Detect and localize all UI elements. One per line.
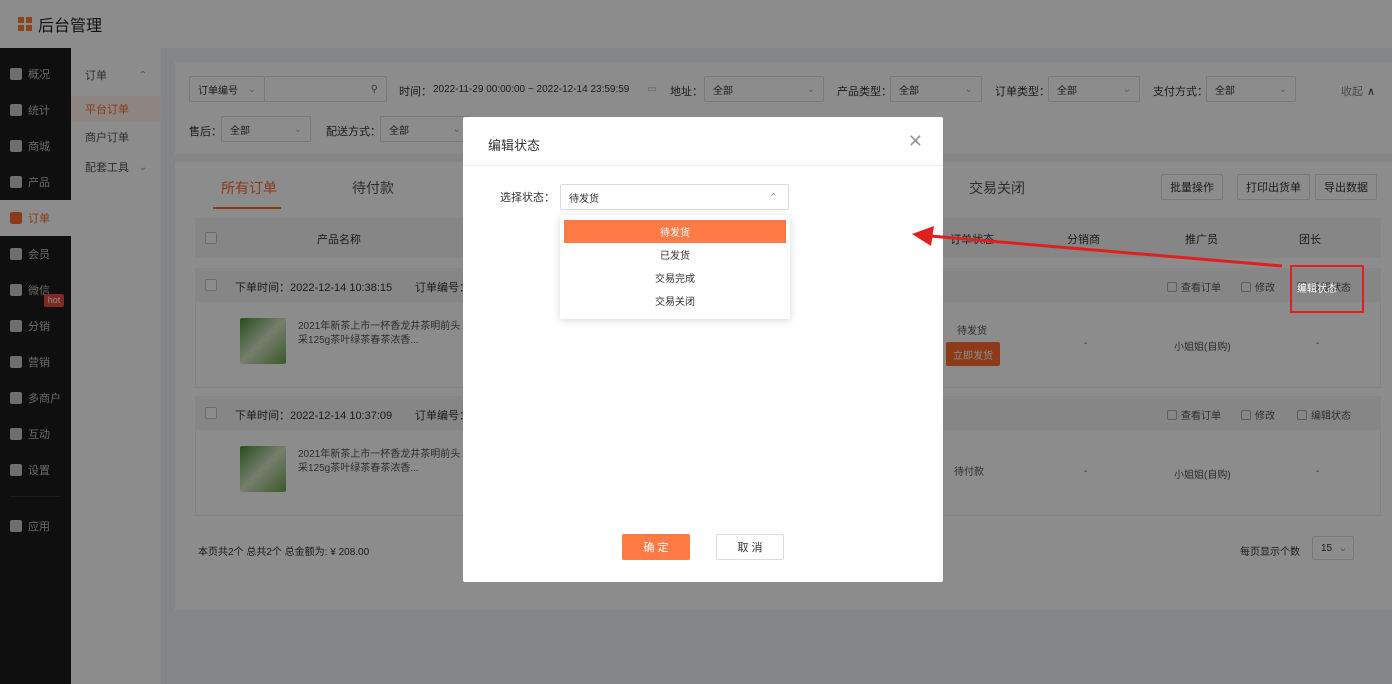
chevron-up-icon: ⌃	[768, 191, 778, 204]
cancel-button[interactable]: 取 消	[716, 534, 784, 560]
status-select-value: 待发货	[569, 193, 599, 205]
status-field-label: 选择状态：	[500, 192, 555, 204]
close-icon[interactable]: ✕	[908, 131, 923, 152]
status-option-closed[interactable]: 交易关闭	[564, 289, 786, 312]
dialog-divider	[463, 165, 943, 166]
confirm-button[interactable]: 确 定	[622, 534, 690, 560]
dialog-title: 编辑状态	[488, 138, 541, 153]
status-select[interactable]: 待发货 ⌃	[560, 184, 789, 210]
edit-status-dialog: 编辑状态 ✕ 选择状态： 待发货 ⌃ 待发货 已发货 交易完成 交易关闭 确 定 …	[463, 117, 943, 582]
status-option-shipped[interactable]: 已发货	[564, 243, 786, 266]
annotation-highlight-box	[1290, 265, 1364, 313]
status-dropdown: 待发货 已发货 交易完成 交易关闭	[560, 215, 790, 319]
status-option-completed[interactable]: 交易完成	[564, 266, 786, 289]
status-option-pending-ship[interactable]: 待发货	[564, 220, 786, 243]
